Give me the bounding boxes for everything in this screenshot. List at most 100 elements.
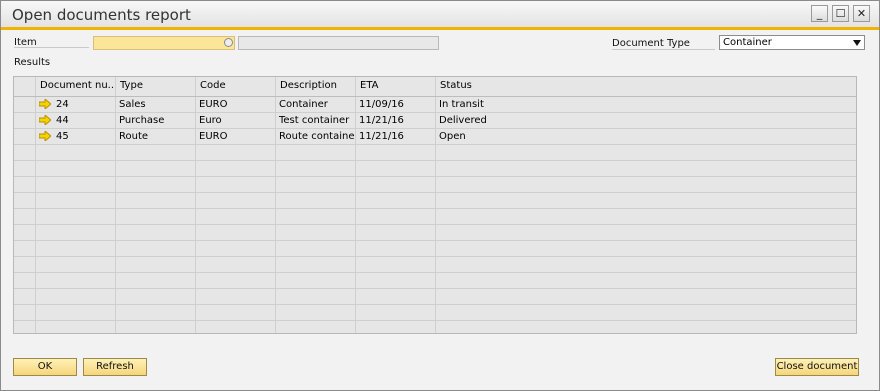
document-number-cell: 44	[36, 113, 116, 128]
empty-cell	[196, 193, 276, 208]
document-number-cell: 24	[36, 97, 116, 112]
empty-cell	[436, 289, 856, 304]
empty-cell	[276, 305, 356, 320]
empty-table-row[interactable]	[14, 273, 856, 289]
table-row[interactable]: 45 Route EURO Route container 11/21/16 O…	[14, 129, 856, 145]
empty-cell	[36, 209, 116, 224]
item-description-field[interactable]	[238, 36, 439, 50]
empty-cell	[116, 209, 196, 224]
empty-table-row[interactable]	[14, 321, 856, 333]
code-cell: EURO	[196, 129, 276, 144]
empty-cell	[356, 209, 436, 224]
empty-table-row[interactable]	[14, 225, 856, 241]
header-eta[interactable]: ETA	[356, 77, 436, 96]
empty-cell	[436, 257, 856, 272]
empty-cell	[356, 305, 436, 320]
document-type-select[interactable]: Container	[719, 35, 865, 50]
description-cell: Route container	[276, 129, 356, 144]
status-cell: In transit	[439, 99, 484, 110]
empty-table-row[interactable]	[14, 305, 856, 321]
header-code[interactable]: Code	[196, 77, 276, 96]
empty-table-row[interactable]	[14, 145, 856, 161]
empty-cell	[14, 241, 36, 256]
empty-table-row[interactable]	[14, 241, 856, 257]
empty-cell	[36, 177, 116, 192]
header-description[interactable]: Description	[276, 77, 356, 96]
empty-cell	[276, 273, 356, 288]
table-row[interactable]: 44 Purchase Euro Test container 11/21/16…	[14, 113, 856, 129]
document-number-value: 44	[56, 115, 69, 126]
open-documents-window: Open documents report _ ☐ ✕ Item Documen…	[0, 0, 880, 391]
minimize-button[interactable]: _	[811, 5, 828, 22]
empty-cell	[196, 241, 276, 256]
empty-cell	[36, 305, 116, 320]
empty-cell	[14, 209, 36, 224]
empty-cell	[356, 241, 436, 256]
empty-cell	[196, 161, 276, 176]
status-cell: Open	[439, 131, 466, 142]
ok-button[interactable]: OK	[13, 358, 77, 376]
empty-cell	[436, 193, 856, 208]
row-selector-header[interactable]	[14, 77, 36, 96]
close-window-button[interactable]: ✕	[853, 5, 870, 22]
empty-cell	[14, 145, 36, 160]
table-row[interactable]: 24 Sales EURO Container 11/09/16 In tran…	[14, 97, 856, 113]
empty-table-row[interactable]	[14, 161, 856, 177]
empty-cell	[36, 273, 116, 288]
empty-cell	[436, 273, 856, 288]
header-type[interactable]: Type	[116, 77, 196, 96]
maximize-button[interactable]: ☐	[832, 5, 849, 22]
empty-cell	[14, 289, 36, 304]
empty-cell	[196, 305, 276, 320]
empty-cell	[196, 289, 276, 304]
row-selector[interactable]	[14, 97, 36, 112]
results-table: Document nu... Type Code Description ETA…	[13, 76, 857, 334]
item-label-underline	[14, 47, 89, 48]
title-bar[interactable]: Open documents report _ ☐ ✕	[1, 1, 879, 30]
empty-table-row[interactable]	[14, 289, 856, 305]
empty-cell	[36, 257, 116, 272]
item-code-field[interactable]	[93, 36, 235, 50]
empty-cell	[196, 145, 276, 160]
empty-cell	[436, 305, 856, 320]
row-selector[interactable]	[14, 129, 36, 144]
empty-cell	[356, 273, 436, 288]
close-document-button[interactable]: Close document	[775, 358, 859, 376]
description-cell: Test container	[276, 113, 356, 128]
empty-cell	[116, 225, 196, 240]
empty-cell	[436, 209, 856, 224]
empty-table-row[interactable]	[14, 209, 856, 225]
empty-cell	[14, 257, 36, 272]
eta-cell: 11/21/16	[356, 113, 436, 128]
refresh-button[interactable]: Refresh	[83, 358, 147, 376]
row-selector[interactable]	[14, 113, 36, 128]
empty-cell	[36, 321, 116, 333]
empty-cell	[196, 209, 276, 224]
empty-cell	[356, 145, 436, 160]
empty-cell	[436, 225, 856, 240]
header-document-number[interactable]: Document nu...	[36, 77, 116, 96]
header-status[interactable]: Status	[436, 77, 856, 96]
link-arrow-icon[interactable]	[39, 115, 51, 125]
empty-cell	[356, 257, 436, 272]
table-header-row: Document nu... Type Code Description ETA…	[14, 77, 856, 97]
empty-cell	[36, 193, 116, 208]
empty-cell	[116, 289, 196, 304]
link-arrow-icon[interactable]	[39, 131, 51, 141]
empty-table-row[interactable]	[14, 193, 856, 209]
empty-table-row[interactable]	[14, 257, 856, 273]
lookup-icon[interactable]	[224, 38, 233, 47]
link-arrow-icon[interactable]	[39, 99, 51, 109]
dropdown-arrow-icon[interactable]	[853, 40, 861, 46]
document-number-cell: 45	[36, 129, 116, 144]
empty-cell	[116, 305, 196, 320]
empty-cell	[14, 305, 36, 320]
document-number-value: 24	[56, 99, 69, 110]
empty-cell	[36, 225, 116, 240]
empty-cell	[14, 225, 36, 240]
empty-table-row[interactable]	[14, 177, 856, 193]
empty-cell	[356, 193, 436, 208]
empty-cell	[14, 161, 36, 176]
empty-cell	[196, 257, 276, 272]
empty-cell	[276, 289, 356, 304]
